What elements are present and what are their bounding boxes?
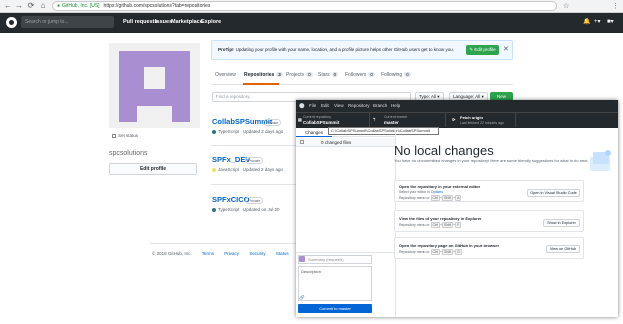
footer-link-security[interactable]: Security: [249, 251, 265, 256]
bookmark-star-icon[interactable]: ☆: [563, 2, 569, 11]
open-in-editor-button[interactable]: Open in Visual Studio Code: [527, 189, 580, 197]
repo-meta: TypeScript Updated 2 days ago: [212, 129, 283, 134]
select-all-checkbox[interactable]: [300, 140, 304, 144]
footer: © 2018 GitHub, Inc. Terms Privacy Securi…: [152, 251, 317, 256]
repo-link-spfxcico[interactable]: SPFxCICO: [212, 195, 250, 204]
repo-path-tooltip: C:\CollabSPSummit\CollabSPSolution\Colla…: [328, 127, 439, 135]
back-icon[interactable]: ←: [3, 1, 13, 11]
smiley-icon: [112, 133, 116, 138]
desktop-logo-icon: ⬤: [299, 103, 305, 109]
committer-avatar: [299, 256, 305, 262]
active-tab-indicator: [243, 83, 279, 85]
tab-projects[interactable]: Projects 0: [286, 72, 313, 78]
url-text: https://github.com/spcsolutions?tab=repo…: [103, 3, 211, 9]
no-local-changes-title: No local changes: [394, 143, 494, 158]
nav-explore[interactable]: Explore: [201, 17, 221, 27]
current-repo-value: CollabSPSummit: [303, 120, 340, 125]
repo-divider: [211, 145, 296, 146]
tab-changes[interactable]: Changes: [296, 128, 332, 137]
language-color-dot: [212, 167, 216, 172]
current-repo-label: Current repository: [303, 115, 332, 119]
current-branch-label: Current branch: [384, 115, 408, 119]
menu-view[interactable]: View: [334, 103, 344, 109]
private-badge: Private: [263, 119, 282, 126]
private-badge: Private: [245, 197, 264, 204]
repo-divider: [211, 184, 296, 185]
card-title: View the files of your repository in Exp…: [399, 216, 482, 221]
commit-description-input[interactable]: Description: [298, 266, 372, 301]
menu-file[interactable]: File: [309, 103, 316, 109]
profile-username: spcsolutions: [109, 150, 148, 157]
show-in-explorer-button[interactable]: Show in Explorer: [543, 219, 580, 227]
language-color-dot: [212, 129, 216, 134]
desktop-menubar: [296, 100, 618, 112]
commit-button[interactable]: Commit to master: [298, 304, 372, 313]
current-branch-selector[interactable]: [370, 113, 446, 127]
avatar[interactable]: [109, 43, 200, 128]
add-coauthor-icon[interactable]: 🔗: [299, 295, 305, 301]
card-title: Open the repository in your external edi…: [399, 184, 481, 189]
protip-edit-profile-button[interactable]: ✎ Edit profile: [466, 45, 499, 55]
commit-summary-input[interactable]: Summary (required): [298, 255, 372, 264]
branch-icon: ᛘ: [373, 117, 376, 122]
lock-icon: ●: [57, 3, 61, 9]
nav-pull-requests[interactable]: Pull requests: [123, 17, 158, 27]
reload-icon[interactable]: ⟳: [26, 1, 36, 11]
tab-stars[interactable]: Stars 0: [318, 72, 339, 78]
browser-menu-icon[interactable]: ⋮: [612, 2, 619, 11]
menu-edit[interactable]: Edit: [321, 103, 329, 109]
home-icon[interactable]: ⌂: [38, 1, 48, 11]
address-bar[interactable]: ● GitHub, Inc. [US] https://github.com/spc…: [52, 1, 557, 11]
protip-text: ProTip! Updating your profile with your n…: [218, 47, 455, 52]
illustration-icon: [590, 150, 611, 171]
card-subtitle: Select your editor in Options: [399, 190, 443, 194]
site-identity: GitHub, Inc. [US]: [62, 3, 100, 9]
tab-followers[interactable]: Followers 0: [345, 72, 375, 78]
forward-icon[interactable]: →: [14, 1, 24, 11]
card-shortcut: Repository menu or Ctrl + Shift + G: [399, 249, 462, 255]
footer-copyright: © 2018 GitHub, Inc.: [152, 251, 192, 256]
nav-issues[interactable]: Issues: [155, 17, 172, 27]
search-input[interactable]: Search or jump to...: [21, 16, 114, 28]
menu-help[interactable]: Help: [391, 103, 400, 109]
menu-repository[interactable]: Repository: [348, 103, 370, 109]
repo-meta: TypeScript Updated on Jul 20: [212, 207, 280, 212]
create-new-icon[interactable]: +▾: [594, 17, 601, 27]
footer-divider: [150, 243, 296, 244]
github-logo-icon[interactable]: [6, 17, 17, 28]
user-menu-icon[interactable]: ■▾: [607, 17, 614, 27]
menu-branch[interactable]: Branch: [373, 103, 387, 109]
set-status[interactable]: Set status: [112, 133, 138, 138]
card-shortcut: Repository menu or Ctrl + Shift + A: [399, 195, 462, 201]
nav-marketplace[interactable]: Marketplace: [171, 17, 203, 27]
card-title: Open the repository page on GitHub in yo…: [399, 243, 500, 248]
tab-following[interactable]: Following 0: [381, 72, 411, 78]
changed-files-count: 0 changed files: [321, 140, 352, 145]
fetch-origin-label: Fetch origin: [460, 115, 483, 120]
bell-icon[interactable]: 🔔: [583, 17, 590, 27]
card-shortcut: Repository menu or Ctrl + Shift + F: [399, 222, 462, 228]
current-branch-value: master: [384, 120, 399, 125]
footer-link-privacy[interactable]: Privacy: [224, 251, 239, 256]
view-on-github-button[interactable]: View on GitHub: [546, 245, 580, 253]
edit-profile-button[interactable]: Edit profile: [109, 163, 197, 175]
tab-repositories[interactable]: Repositories 3: [244, 72, 283, 78]
footer-link-terms[interactable]: Terms: [202, 251, 214, 256]
tab-overview[interactable]: Overview: [215, 72, 236, 78]
language-color-dot: [212, 207, 216, 212]
footer-link-status[interactable]: Status: [276, 251, 289, 256]
fetch-origin-sub: Last fetched 22 minutes ago: [460, 121, 504, 125]
private-badge: Private: [245, 157, 264, 164]
repo-icon: ▤: [298, 117, 302, 122]
close-icon[interactable]: ✕: [503, 45, 509, 55]
sync-icon: ⟳: [452, 117, 456, 122]
repo-meta: JavaScript Updated 2 days ago: [212, 167, 283, 172]
no-local-changes-description: You have no uncommitted changes in your …: [394, 158, 589, 163]
